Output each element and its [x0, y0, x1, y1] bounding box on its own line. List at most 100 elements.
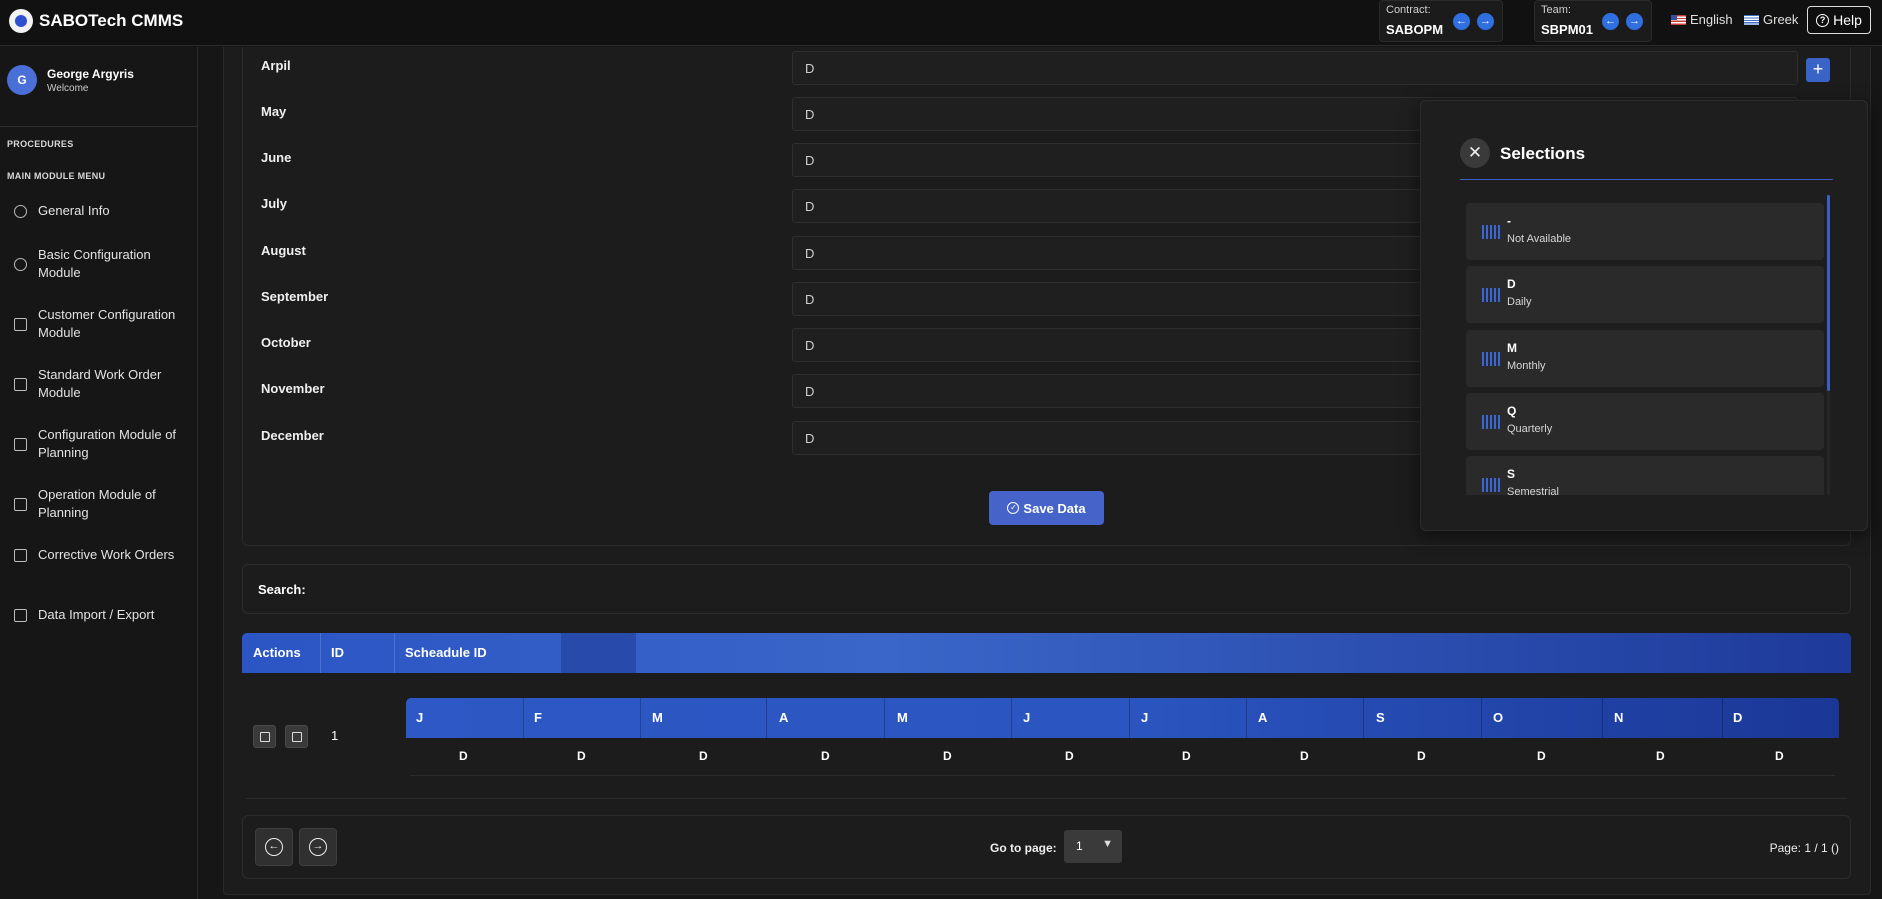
schedule-divider — [1246, 698, 1247, 738]
month-field-april[interactable]: D — [792, 51, 1798, 85]
schedule-value-cell: D — [1656, 749, 1665, 763]
close-icon[interactable]: ✕ — [1460, 138, 1490, 168]
contract-selector: Contract: SABOPM ← → — [1379, 0, 1503, 42]
database-icon — [14, 608, 27, 622]
selection-desc: Monthly — [1507, 360, 1546, 372]
section-procedures: PROCEDURES — [7, 139, 74, 149]
sidebar-divider — [0, 126, 198, 127]
id-header-bg — [561, 633, 636, 673]
edit-icon — [259, 731, 270, 742]
schedule-value-cell: D — [1775, 749, 1784, 763]
sidebar-item-corrective-work-orders[interactable]: Corrective Work Orders — [14, 546, 184, 564]
waveform-icon — [1482, 288, 1502, 302]
schedule-value-cell: D — [1537, 749, 1546, 763]
sidebar-item-label: Customer Configuration Module — [38, 307, 176, 340]
panel-title: Selections — [1500, 144, 1586, 163]
next-page-button[interactable]: → — [299, 828, 337, 866]
waveform-icon — [1482, 415, 1502, 429]
save-data-button[interactable]: ✓ Save Data — [989, 491, 1104, 525]
month-label-april: Arpil — [261, 58, 291, 73]
section-main-menu: MAIN MODULE MENU — [7, 171, 106, 181]
page-select[interactable]: 1 ▼ — [1064, 830, 1122, 863]
schedule-divider — [884, 698, 885, 738]
sidebar-item-operation-planning[interactable]: Operation Module of Planning — [14, 486, 184, 522]
selection-item[interactable]: D Daily — [1466, 266, 1824, 323]
schedule-divider — [523, 698, 524, 738]
header-actions[interactable]: Actions — [253, 645, 301, 660]
add-button[interactable]: + — [1806, 58, 1830, 82]
row-id: 1 — [331, 728, 339, 743]
team-selector: Team: SBPM01 ← → — [1534, 0, 1652, 42]
month-label-december: December — [261, 428, 324, 443]
lang-greek-label: Greek — [1763, 12, 1799, 27]
team-prev-icon[interactable]: ← — [1602, 13, 1619, 30]
sidebar-item-customer-configuration[interactable]: Customer Configuration Module — [14, 306, 184, 342]
info-icon — [14, 204, 27, 218]
schedule-head-cell: D — [1733, 710, 1743, 725]
sidebar-item-basic-configuration[interactable]: Basic Configuration Module — [14, 246, 184, 282]
trash-icon — [291, 731, 302, 742]
schedule-value-cell: D — [1182, 749, 1191, 763]
help-icon: ? — [1816, 13, 1830, 27]
selection-code: M — [1507, 341, 1517, 355]
caret-down-icon: ▼ — [1102, 838, 1113, 850]
selection-code: Q — [1507, 404, 1517, 418]
gear-icon — [14, 257, 27, 271]
month-label-june: June — [261, 150, 292, 165]
month-label-may: May — [261, 104, 287, 119]
schedule-value-cell: D — [1300, 749, 1309, 763]
help-label: Help — [1833, 12, 1862, 28]
logo-icon — [9, 9, 33, 33]
contract-next-icon[interactable]: → — [1477, 13, 1494, 30]
schedule-value-cell: D — [1417, 749, 1426, 763]
sidebar-item-label: Standard Work Order Module — [38, 367, 162, 400]
team-next-icon[interactable]: → — [1626, 13, 1643, 30]
schedule-head-cell: N — [1614, 710, 1624, 725]
selection-code: S — [1507, 467, 1516, 481]
help-button[interactable]: ? Help — [1807, 6, 1871, 34]
greek-flag-icon — [1744, 14, 1759, 25]
month-label-september: September — [261, 289, 329, 304]
header-divider — [394, 633, 395, 673]
month-label-july: July — [261, 196, 288, 211]
schedule-head-cell: S — [1376, 710, 1385, 725]
brand[interactable]: SABOTech CMMS — [9, 9, 183, 33]
header-schedule-id[interactable]: Scheadule ID — [405, 645, 487, 660]
sidebar-item-configuration-planning[interactable]: Configuration Module of Planning — [14, 426, 184, 462]
sidebar-item-data-import-export[interactable]: Data Import / Export — [14, 606, 184, 624]
header-divider — [320, 633, 321, 673]
schedule-value-cell: D — [821, 749, 830, 763]
table-row-divider — [246, 798, 1847, 799]
month-label-october: October — [261, 335, 311, 350]
team-label: Team: — [1541, 4, 1571, 16]
selections-panel: ✕ Selections - Not Available D Daily M M… — [1420, 100, 1868, 531]
selection-item[interactable]: Q Quarterly — [1466, 393, 1824, 450]
sidebar-item-general-info[interactable]: General Info — [14, 202, 184, 220]
edit-button[interactable] — [253, 725, 276, 748]
selection-desc: Daily — [1507, 296, 1532, 308]
waveform-icon — [1482, 478, 1502, 492]
table-header: Actions ID Scheadule ID — [242, 633, 1851, 673]
header-id[interactable]: ID — [331, 645, 344, 660]
schedule-divider — [766, 698, 767, 738]
arrow-right-icon: → — [309, 838, 327, 856]
sidebar-item-label: Data Import / Export — [38, 607, 155, 622]
selection-item[interactable]: M Monthly — [1466, 330, 1824, 387]
clipboard-icon — [14, 377, 27, 391]
selection-item[interactable]: - Not Available — [1466, 203, 1824, 260]
lang-english-button[interactable]: English — [1671, 12, 1733, 27]
user-profile[interactable]: G George Argyris Welcome — [7, 65, 134, 95]
schedule-head-cell: M — [652, 710, 663, 725]
selections-scroll-thumb[interactable] — [1827, 195, 1830, 391]
schedule-header: J F M A M J J A S O N D — [406, 698, 1839, 738]
lang-greek-button[interactable]: Greek — [1744, 12, 1798, 27]
prev-page-button[interactable]: ← — [255, 828, 293, 866]
contract-prev-icon[interactable]: ← — [1453, 13, 1470, 30]
delete-button[interactable] — [285, 725, 308, 748]
schedule-divider — [1011, 698, 1012, 738]
team-value: SBPM01 — [1541, 22, 1594, 37]
selection-item[interactable]: S Semestrial — [1466, 456, 1824, 495]
selections-list: - Not Available D Daily M Monthly Q Quar… — [1466, 200, 1831, 495]
sidebar-item-standard-work-order[interactable]: Standard Work Order Module — [14, 366, 184, 402]
selection-code: - — [1507, 214, 1511, 228]
